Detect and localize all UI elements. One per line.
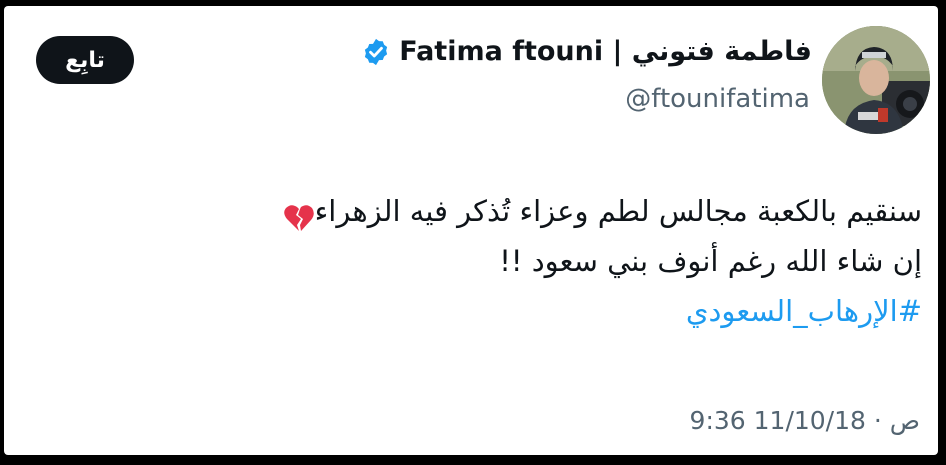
author-display-name[interactable]: Fatima ftouni | فاطمة فتوني [399,36,812,67]
tweet-line-1-text: سنقيم بالكعبة مجالس لطم وعزاء تُذكر فيه … [314,194,922,228]
author-name-row: Fatima ftouni | فاطمة فتوني [361,36,812,67]
tweet-text: سنقيم بالكعبة مجالس لطم وعزاء تُذكر فيه … [122,186,922,336]
tweet-line-1: سنقيم بالكعبة مجالس لطم وعزاء تُذكر فيه … [122,186,922,236]
tweet-line-2: إن شاء الله رغم أنوف بني سعود !! [499,244,922,278]
tweet-timestamp[interactable]: 9:36 ص · 11/10/18 [690,406,920,435]
verified-badge-icon [361,37,391,67]
hashtag-link[interactable]: #الإرهاب_السعودي [122,286,922,336]
follow-button[interactable]: تابِع [36,36,134,84]
avatar[interactable] [822,26,930,134]
tweet-card: Fatima ftouni | فاطمة فتوني @ftounifatim… [4,6,938,455]
profile-photo [822,26,930,134]
broken-heart-icon [283,198,315,231]
author-handle[interactable]: @ftounifatima [625,84,810,114]
